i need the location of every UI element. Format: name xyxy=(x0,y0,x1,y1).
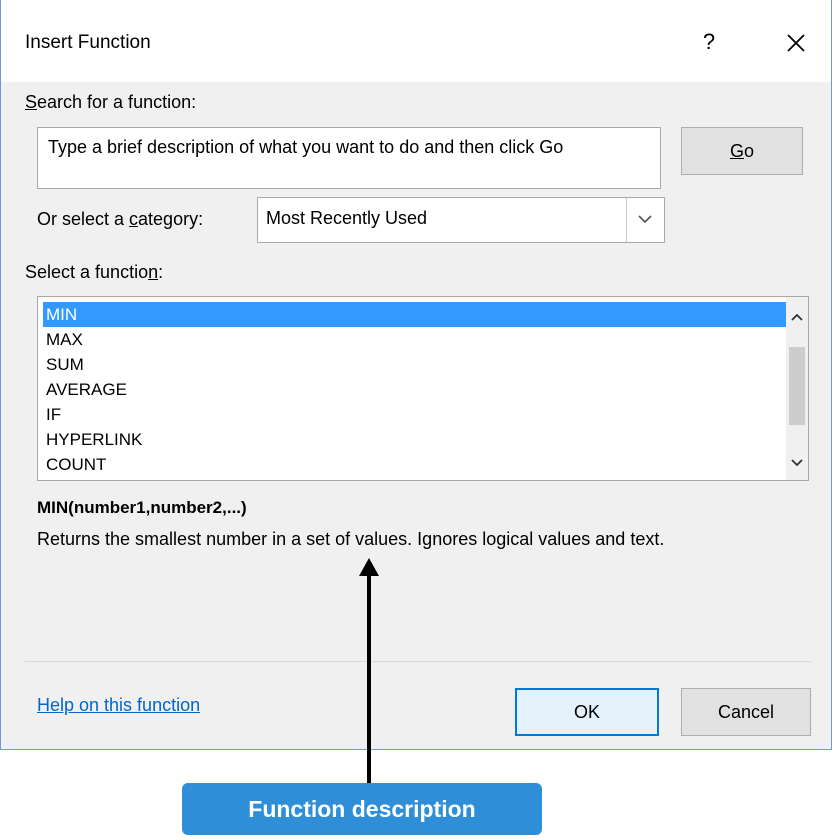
function-description: Returns the smallest number in a set of … xyxy=(37,529,665,549)
category-label: Or select a category: xyxy=(37,209,204,229)
insert-function-dialog: Insert Function ? Search for a function:… xyxy=(0,0,832,750)
list-scrollbar[interactable] xyxy=(786,297,808,480)
function-item-hyperlink[interactable]: HYPERLINK xyxy=(43,427,789,452)
function-item-max[interactable]: MAX xyxy=(43,327,789,352)
function-item-count[interactable]: COUNT xyxy=(43,452,789,477)
chevron-down-icon[interactable] xyxy=(626,198,664,242)
function-syntax: MIN(number1,number2,...) xyxy=(37,498,247,517)
annotation-arrow xyxy=(367,572,371,784)
scroll-thumb[interactable] xyxy=(789,347,805,425)
ok-button[interactable]: OK xyxy=(515,688,659,736)
divider xyxy=(25,661,811,662)
function-item-average[interactable]: AVERAGE xyxy=(43,377,789,402)
dialog-title: Insert Function xyxy=(25,32,151,53)
title-bar: Insert Function ? xyxy=(1,0,831,82)
close-icon[interactable] xyxy=(781,28,811,58)
function-item-sum[interactable]: SUM xyxy=(43,352,789,377)
function-item-if[interactable]: IF xyxy=(43,402,789,427)
search-label: Search for a function: xyxy=(25,92,197,112)
function-listbox[interactable]: MIN MAX SUM AVERAGE IF HYPERLINK COUNT xyxy=(37,296,809,481)
chevron-down-icon[interactable] xyxy=(788,453,806,473)
help-link[interactable]: Help on this function xyxy=(37,695,200,716)
cancel-button[interactable]: Cancel xyxy=(681,688,811,736)
category-select[interactable]: Most Recently Used xyxy=(257,197,665,243)
chevron-up-icon[interactable] xyxy=(788,307,806,327)
category-value: Most Recently Used xyxy=(266,208,428,228)
function-item-min[interactable]: MIN xyxy=(43,302,789,327)
help-button[interactable]: ? xyxy=(697,28,721,56)
search-input[interactable]: Type a brief description of what you wan… xyxy=(37,127,661,189)
annotation-callout: Function description xyxy=(182,783,542,835)
go-button[interactable]: Go xyxy=(681,127,803,175)
function-list-label: Select a function: xyxy=(25,262,164,282)
